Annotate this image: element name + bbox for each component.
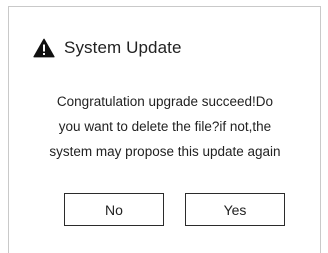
system-update-dialog: System Update Congratulation upgrade suc… xyxy=(8,6,321,253)
warning-icon xyxy=(33,38,55,58)
dialog-title: System Update xyxy=(64,38,182,57)
message-line: Congratulation upgrade succeed!Do xyxy=(56,94,274,109)
no-button[interactable]: No xyxy=(64,193,164,226)
dialog-message: Congratulation upgrade succeed!Do you wa… xyxy=(15,89,315,164)
message-line: you want to delete the file?if not,the xyxy=(58,119,272,134)
message-line: system may propose this update again xyxy=(49,144,281,159)
yes-button[interactable]: Yes xyxy=(185,193,285,226)
dialog-header: System Update xyxy=(33,36,182,60)
